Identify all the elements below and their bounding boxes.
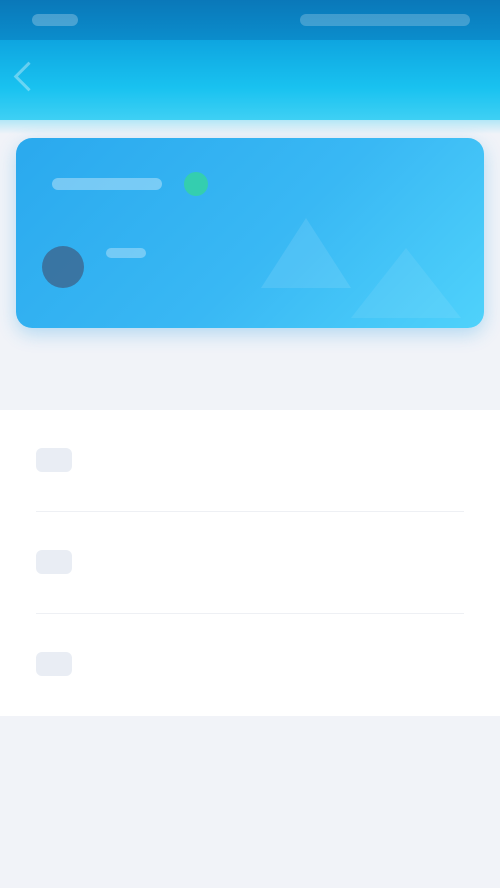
list-item-icon bbox=[36, 652, 72, 676]
status-indicators bbox=[300, 14, 470, 26]
card-decoration-2 bbox=[351, 248, 461, 318]
avatar bbox=[42, 246, 84, 288]
list-item-value bbox=[302, 452, 462, 470]
list-item-label bbox=[110, 654, 250, 676]
list-item-value bbox=[302, 656, 462, 674]
status-time bbox=[32, 14, 78, 26]
settings-list bbox=[0, 410, 500, 716]
list-item-label bbox=[110, 552, 250, 574]
card-title bbox=[52, 178, 162, 190]
back-icon[interactable] bbox=[13, 61, 44, 92]
card-subtitle bbox=[106, 248, 146, 258]
list-item-value bbox=[302, 554, 462, 572]
card-decoration bbox=[261, 218, 351, 288]
list-item-icon bbox=[36, 550, 72, 574]
section-title bbox=[20, 368, 310, 394]
status-bar bbox=[0, 0, 500, 40]
status-dot-icon bbox=[184, 172, 208, 196]
list-item[interactable] bbox=[0, 512, 500, 614]
account-card[interactable] bbox=[16, 138, 484, 328]
list-item[interactable] bbox=[0, 410, 500, 512]
list-item-icon bbox=[36, 448, 72, 472]
app-header bbox=[0, 40, 500, 120]
header-title bbox=[200, 66, 300, 88]
header-fade bbox=[0, 120, 500, 134]
list-item[interactable] bbox=[0, 614, 500, 716]
list-item-label bbox=[110, 450, 250, 472]
